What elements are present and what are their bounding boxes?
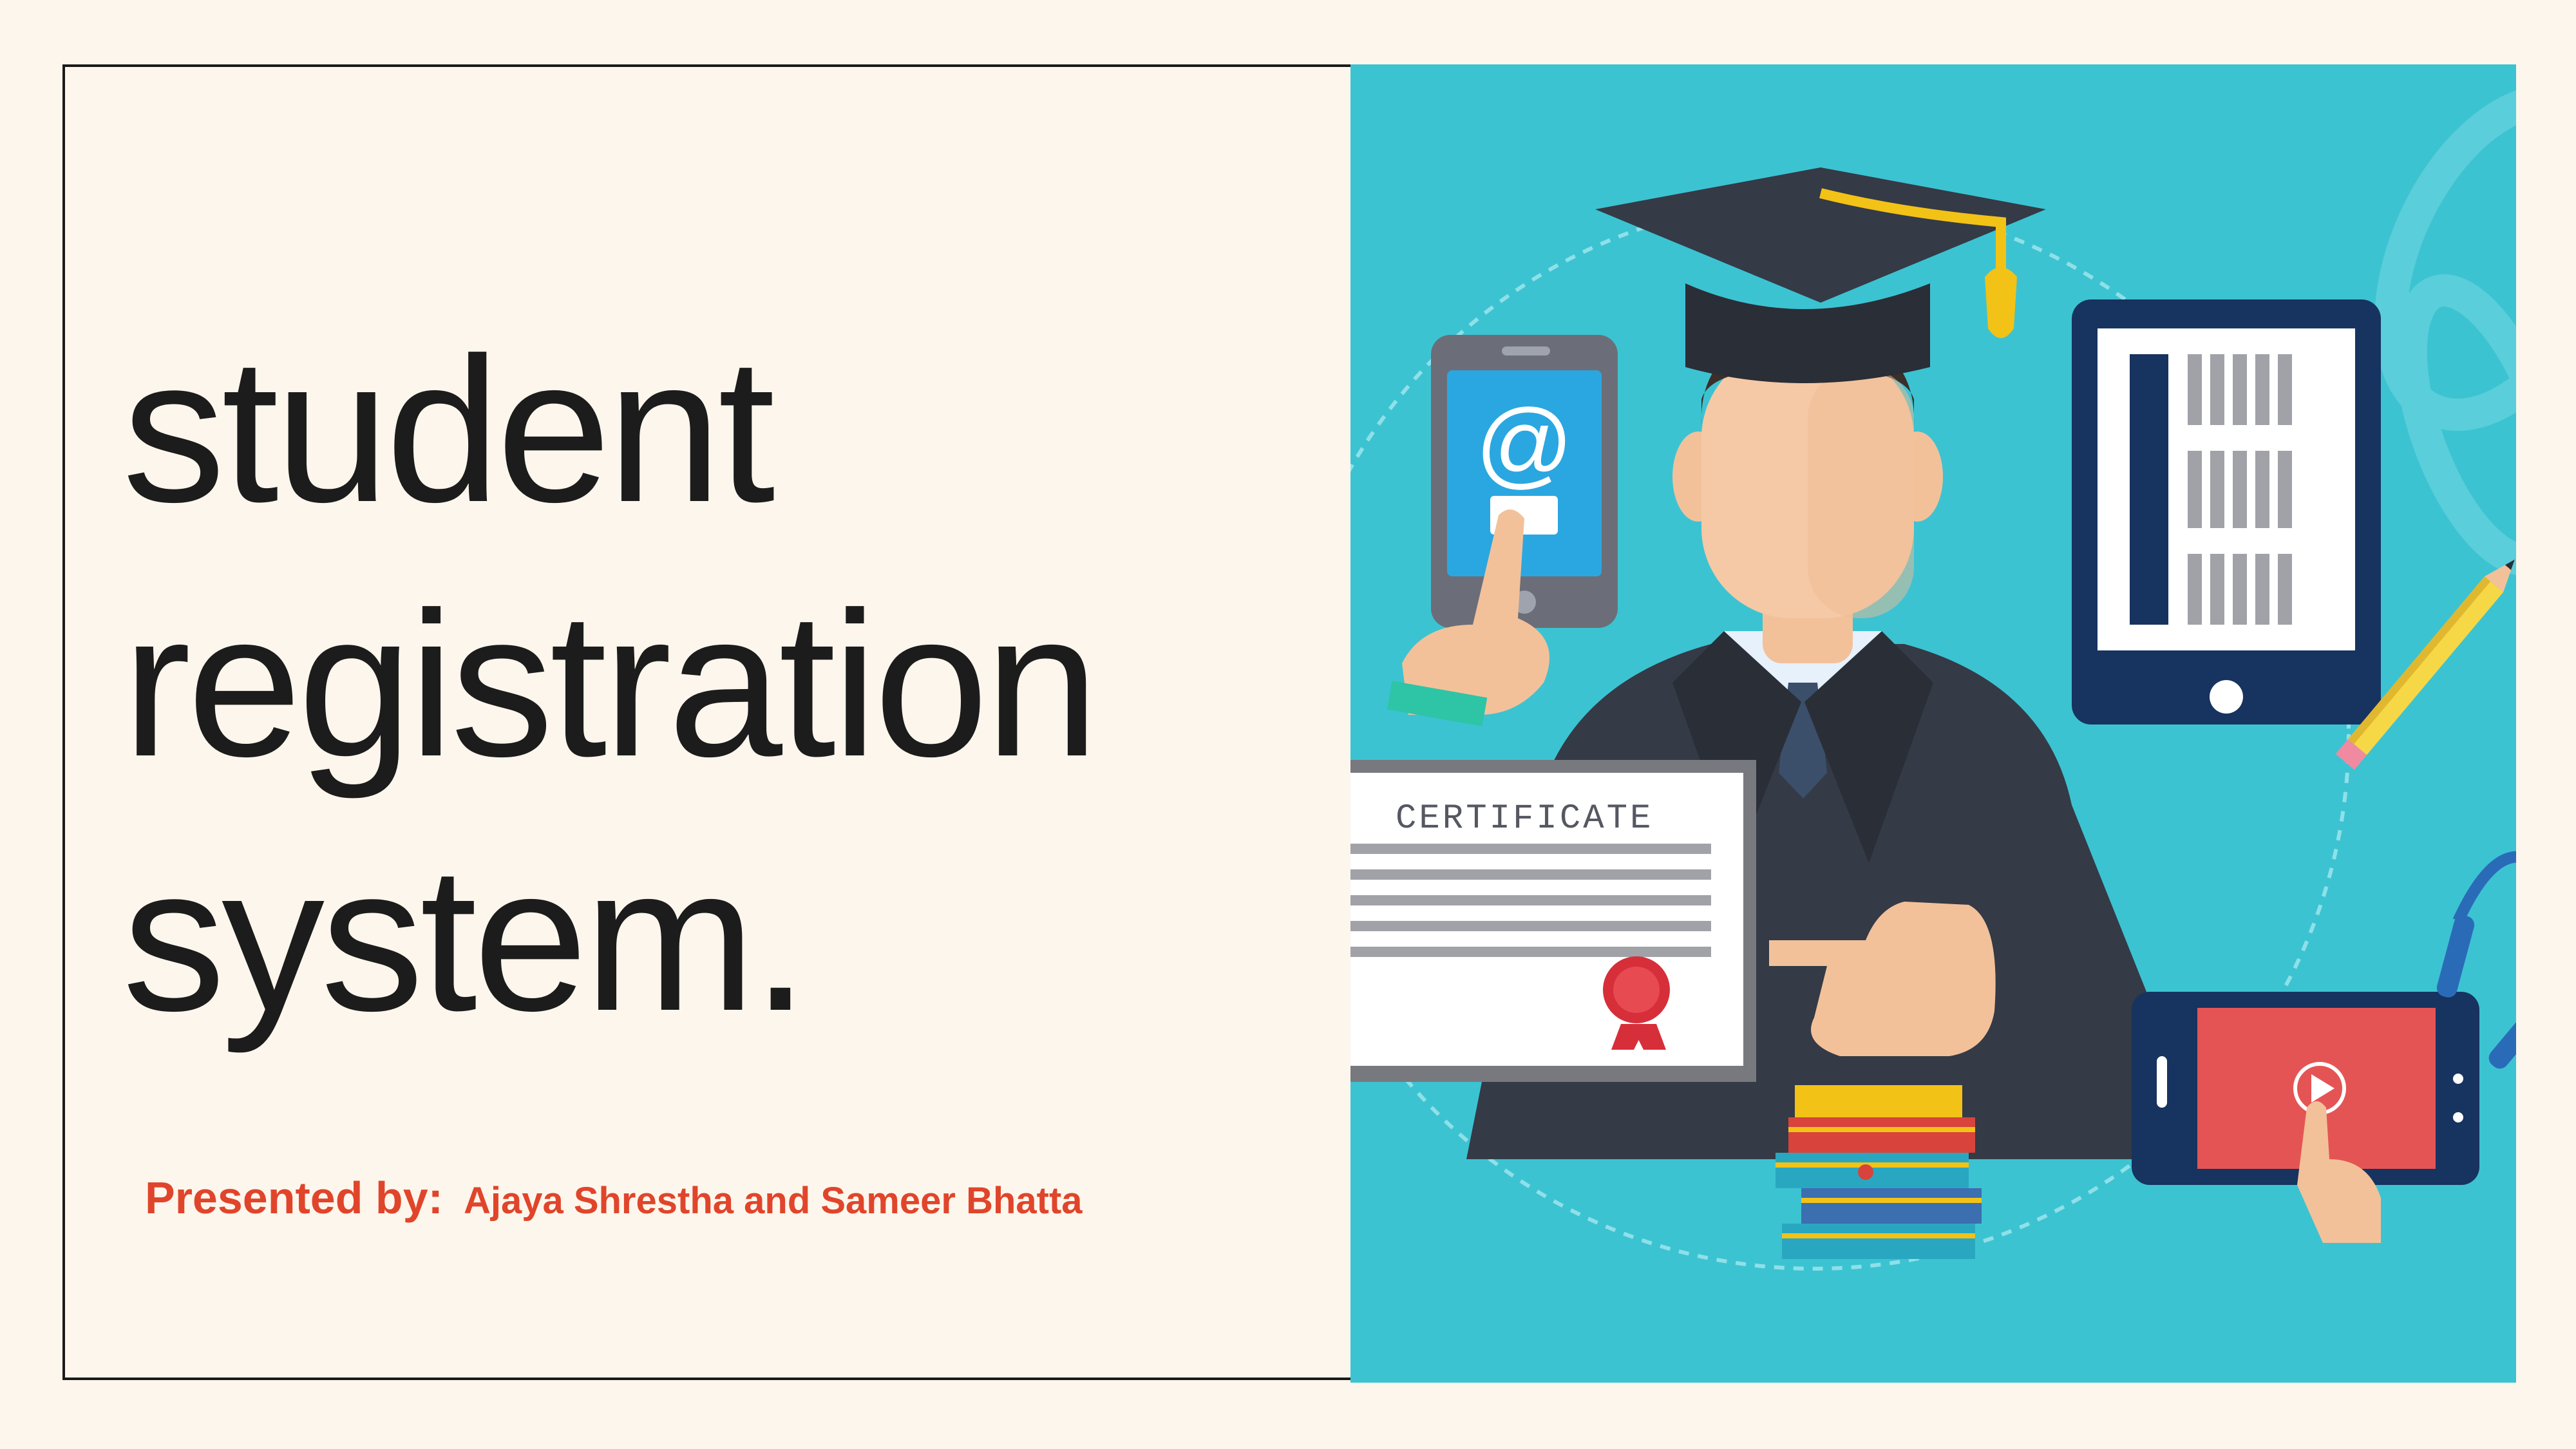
- title-line-2: registration: [122, 569, 1099, 799]
- presented-by-label: Presented by:: [145, 1173, 443, 1223]
- title-line-3: system.: [122, 823, 809, 1054]
- graduation-cap-icon: [1595, 167, 2046, 383]
- slide-title: student registration system.: [122, 303, 1099, 1066]
- certificate-icon: CERTIFICATE: [1350, 760, 1756, 1082]
- presenters-line: Presented by: Ajaya Shrestha and Sameer …: [145, 1172, 1083, 1224]
- education-illustration: @ CERTIFICATE: [1350, 64, 2516, 1383]
- tablet-icon: [2072, 299, 2381, 724]
- smartphone-icon: @: [1387, 335, 1618, 726]
- presenter-names: Ajaya Shrestha and Sameer Bhatta: [463, 1180, 1083, 1222]
- title-line-1: student: [122, 314, 775, 545]
- books-icon: [1776, 1085, 1982, 1259]
- email-at-symbol: @: [1475, 389, 1573, 497]
- video-tablet-icon: [2132, 992, 2479, 1243]
- certificate-title: CERTIFICATE: [1396, 799, 1653, 838]
